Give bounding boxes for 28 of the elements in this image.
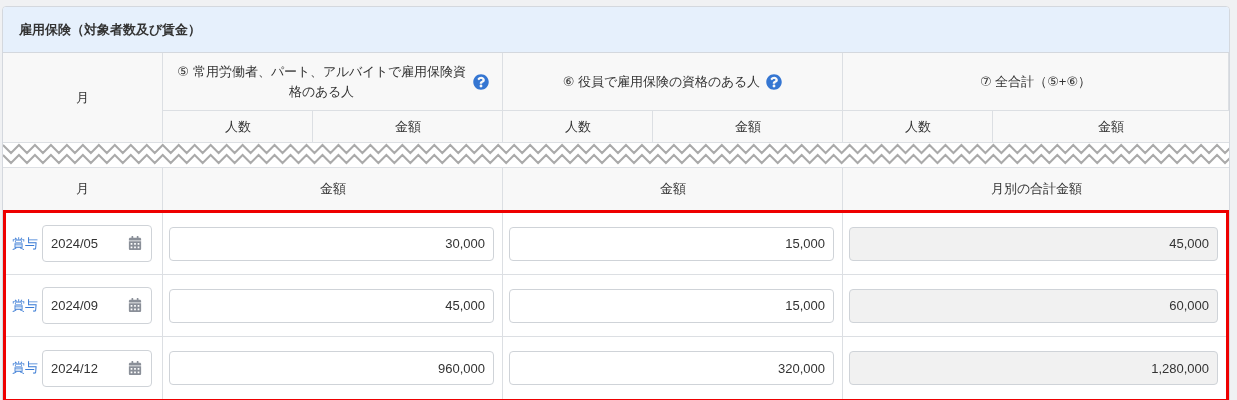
column-group-label: ⑥ 役員で雇用保険の資格のある人 [562,72,761,91]
column-header: 月 [3,167,163,210]
row-label: 賞与 [12,234,38,253]
column-group-label: ⑦ 全合計（⑤+⑥） [979,72,1092,91]
calendar-icon[interactable] [128,360,142,375]
amount-field[interactable]: 45,000 [169,288,494,323]
month-field[interactable]: 2024/05 [42,225,152,262]
amount-field[interactable]: 320,000 [509,351,834,385]
row-label: 賞与 [12,359,38,377]
section-title: 雇用保険（対象者数及び賃金） [19,20,201,39]
column-header: 金額 [163,167,503,210]
amount-field[interactable]: 15,000 [509,288,834,323]
total-field[interactable]: 1,280,000 [849,351,1218,385]
month-field[interactable]: 2024/09 [42,287,152,324]
calendar-icon[interactable] [128,236,142,250]
row-label: 賞与 [12,296,38,315]
column-header: 金額 [503,167,843,210]
amount-field[interactable]: 960,000 [169,351,494,385]
column-group-label: ⑤ 常用労働者、パート、アルバイトで雇用保険資格のある人 [176,62,467,101]
amount-field[interactable]: 30,000 [169,226,494,261]
total-field[interactable]: 60,000 [849,288,1218,323]
total-field[interactable]: 45,000 [849,226,1218,261]
month-field[interactable]: 2024/12 [42,349,152,387]
help-icon[interactable] [766,73,783,90]
amount-field[interactable]: 15,000 [509,226,834,261]
calendar-icon[interactable] [128,298,142,312]
help-icon[interactable] [472,73,489,90]
column-header: 月別の合計金額 [843,167,1229,210]
